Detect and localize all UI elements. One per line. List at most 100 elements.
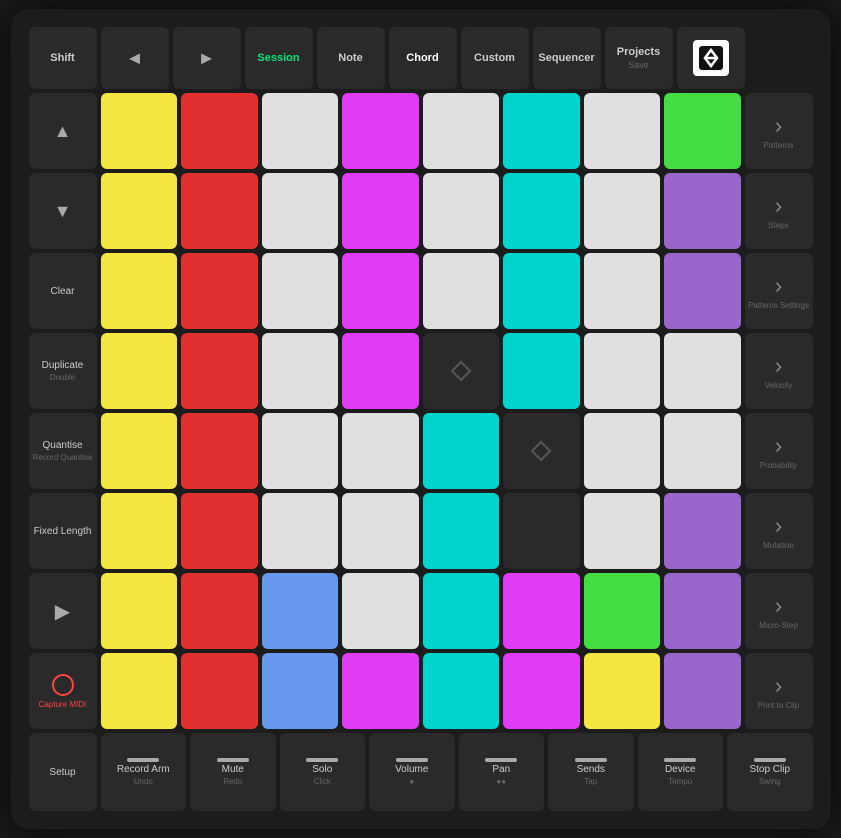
projects-button[interactable]: Projects Save	[605, 27, 673, 89]
pad-8-1[interactable]	[101, 653, 178, 729]
pad-1-3[interactable]	[262, 93, 339, 169]
sequencer-button[interactable]: Sequencer	[533, 27, 601, 89]
pad-5-3[interactable]	[262, 413, 339, 489]
stop-clip-button[interactable]: Stop Clip Swing	[727, 733, 813, 811]
shift-button[interactable]: Shift	[29, 27, 97, 89]
pan-button[interactable]: Pan ●●	[459, 733, 545, 811]
down-arrow-button[interactable]	[29, 173, 97, 249]
probability-button[interactable]: Probability	[745, 413, 813, 489]
quantise-button[interactable]: Quantise Record Quantise	[29, 413, 97, 489]
pad-5-8[interactable]	[664, 413, 741, 489]
logo-button[interactable]	[677, 27, 745, 89]
pad-2-8[interactable]	[664, 173, 741, 249]
pad-2-4[interactable]	[342, 173, 419, 249]
clear-button[interactable]: Clear	[29, 253, 97, 329]
pad-1-2[interactable]	[181, 93, 258, 169]
volume-button[interactable]: Volume ●	[369, 733, 455, 811]
pad-6-3[interactable]	[262, 493, 339, 569]
micro-step-button[interactable]: Micro-Step	[745, 573, 813, 649]
pad-1-7[interactable]	[584, 93, 661, 169]
pad-2-7[interactable]	[584, 173, 661, 249]
patterns-button[interactable]: Patterns	[745, 93, 813, 169]
pad-8-2[interactable]	[181, 653, 258, 729]
pad-4-7[interactable]	[584, 333, 661, 409]
solo-button[interactable]: Solo Click	[280, 733, 366, 811]
pad-1-1[interactable]	[101, 93, 178, 169]
pad-4-2[interactable]	[181, 333, 258, 409]
steps-button[interactable]: Steps	[745, 173, 813, 249]
pad-6-4[interactable]	[342, 493, 419, 569]
mute-button[interactable]: Mute Redo	[190, 733, 276, 811]
session-button[interactable]: Session	[245, 27, 313, 89]
mutation-button[interactable]: Mutation	[745, 493, 813, 569]
pad-1-6[interactable]	[503, 93, 580, 169]
pad-4-4[interactable]	[342, 333, 419, 409]
sends-button[interactable]: Sends Tap	[548, 733, 634, 811]
pad-1-8[interactable]	[664, 93, 741, 169]
pad-3-4[interactable]	[342, 253, 419, 329]
pad-5-4[interactable]	[342, 413, 419, 489]
pad-3-5[interactable]	[423, 253, 500, 329]
pad-2-3[interactable]	[262, 173, 339, 249]
pad-3-3[interactable]	[262, 253, 339, 329]
device-button[interactable]: Device Tempo	[638, 733, 724, 811]
pad-3-6[interactable]	[503, 253, 580, 329]
pad-5-7[interactable]	[584, 413, 661, 489]
pad-8-6[interactable]	[503, 653, 580, 729]
pad-7-3[interactable]	[262, 573, 339, 649]
setup-button[interactable]: Setup	[29, 733, 97, 811]
left-arrow-button[interactable]	[101, 27, 169, 89]
pad-7-5[interactable]	[423, 573, 500, 649]
pad-2-5[interactable]	[423, 173, 500, 249]
pad-7-4[interactable]	[342, 573, 419, 649]
fixed-length-button[interactable]: Fixed Length	[29, 493, 97, 569]
pad-8-3[interactable]	[262, 653, 339, 729]
pad-8-5[interactable]	[423, 653, 500, 729]
pad-7-8[interactable]	[664, 573, 741, 649]
pad-4-1[interactable]	[101, 333, 178, 409]
pad-3-8[interactable]	[664, 253, 741, 329]
pad-7-7[interactable]	[584, 573, 661, 649]
pad-6-8[interactable]	[664, 493, 741, 569]
pad-6-6[interactable]	[503, 493, 580, 569]
pad-2-2[interactable]	[181, 173, 258, 249]
pad-3-7[interactable]	[584, 253, 661, 329]
print-to-clip-button[interactable]: Print to Clip	[745, 653, 813, 729]
pad-2-1[interactable]	[101, 173, 178, 249]
pad-6-1[interactable]	[101, 493, 178, 569]
pad-5-1[interactable]	[101, 413, 178, 489]
record-button[interactable]: Capture MIDI	[29, 653, 97, 729]
pad-8-8[interactable]	[664, 653, 741, 729]
note-button[interactable]: Note	[317, 27, 385, 89]
velocity-button[interactable]: Velocity	[745, 333, 813, 409]
pad-4-8[interactable]	[664, 333, 741, 409]
right-arrow-top-button[interactable]	[173, 27, 241, 89]
play-button[interactable]	[29, 573, 97, 649]
pad-7-6[interactable]	[503, 573, 580, 649]
patterns-settings-button[interactable]: Patterns Settings	[745, 253, 813, 329]
bar-icon	[575, 758, 607, 762]
pad-5-5[interactable]	[423, 413, 500, 489]
pad-5-6[interactable]	[503, 413, 580, 489]
pad-8-4[interactable]	[342, 653, 419, 729]
pad-8-7[interactable]	[584, 653, 661, 729]
pad-6-5[interactable]	[423, 493, 500, 569]
pad-1-5[interactable]	[423, 93, 500, 169]
custom-button[interactable]: Custom	[461, 27, 529, 89]
pad-1-4[interactable]	[342, 93, 419, 169]
chord-button[interactable]: Chord	[389, 27, 457, 89]
up-arrow-button[interactable]	[29, 93, 97, 169]
pad-4-3[interactable]	[262, 333, 339, 409]
pad-6-7[interactable]	[584, 493, 661, 569]
duplicate-button[interactable]: Duplicate Double	[29, 333, 97, 409]
pad-5-2[interactable]	[181, 413, 258, 489]
pad-3-2[interactable]	[181, 253, 258, 329]
pad-2-6[interactable]	[503, 173, 580, 249]
record-arm-button[interactable]: Record Arm Undo	[101, 733, 187, 811]
pad-7-2[interactable]	[181, 573, 258, 649]
pad-3-1[interactable]	[101, 253, 178, 329]
pad-6-2[interactable]	[181, 493, 258, 569]
pad-4-6[interactable]	[503, 333, 580, 409]
pad-4-5[interactable]	[423, 333, 500, 409]
pad-7-1[interactable]	[101, 573, 178, 649]
